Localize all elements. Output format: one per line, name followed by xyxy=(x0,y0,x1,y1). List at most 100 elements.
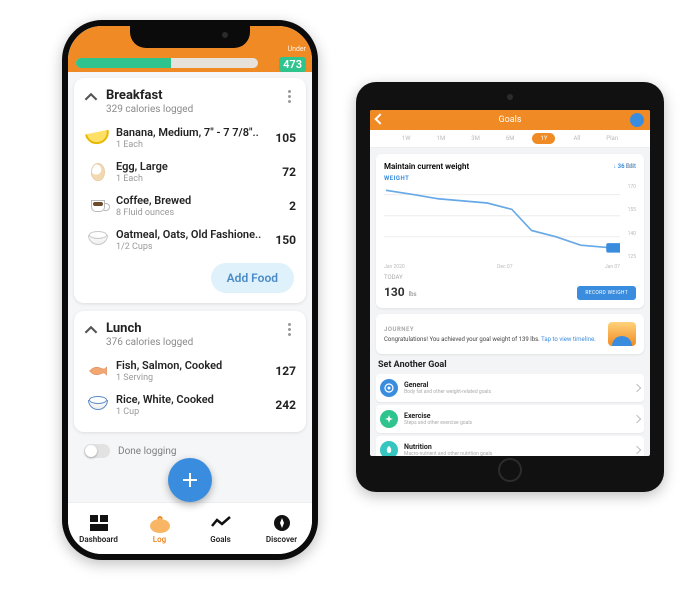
nav-log[interactable]: Log xyxy=(129,503,190,554)
tablet-title: Goals xyxy=(499,115,522,125)
meal-card-breakfast: Breakfast 329 calories logged Banana, Me… xyxy=(74,78,306,303)
goal-subtitle: Steps and other exercise goals xyxy=(404,420,634,426)
nav-discover[interactable]: Discover xyxy=(251,503,312,554)
goal-row-exercise[interactable]: Exercise Steps and other exercise goals xyxy=(376,405,644,433)
goal-title: Exercise xyxy=(404,412,634,420)
food-row[interactable]: Coffee, Brewed 8 Fluid ounces 2 xyxy=(82,189,298,223)
log-icon xyxy=(149,513,171,533)
journey-text: Congratulations! You achieved your goal … xyxy=(384,336,608,343)
tablet-header: Goals xyxy=(370,110,650,130)
meal-name: Breakfast xyxy=(106,88,274,103)
journey-link[interactable]: Tap to view timeline. xyxy=(541,336,596,343)
goal-row-general[interactable]: General Body fat and other weight-relate… xyxy=(376,374,644,402)
banana-icon xyxy=(84,127,112,149)
food-name: Oatmeal, Oats, Old Fashione.. xyxy=(116,228,269,241)
chevron-right-icon xyxy=(633,446,641,454)
food-serving: 1/2 Cups xyxy=(116,242,269,252)
tab-1w[interactable]: 1W xyxy=(394,133,419,144)
meal-summary: 329 calories logged xyxy=(106,104,274,115)
food-row[interactable]: Fish, Salmon, Cooked 1 Serving 127 xyxy=(82,354,298,388)
goals-icon xyxy=(210,513,232,533)
food-serving: 1 Each xyxy=(116,174,276,184)
goal-title: Nutrition xyxy=(404,443,634,451)
tablet-home-button[interactable] xyxy=(498,458,522,482)
food-serving: 1 Each xyxy=(116,140,269,150)
salmon-icon xyxy=(84,360,112,382)
bottom-nav: Dashboard Log Goals Discover xyxy=(68,502,312,554)
calorie-under-value: 473 xyxy=(279,57,306,72)
nav-label: Log xyxy=(153,535,166,544)
goal-subtitle: Macro-nutrient and other nutrition goals xyxy=(404,451,634,456)
meal-name: Lunch xyxy=(106,321,274,336)
food-serving: 1 Cup xyxy=(116,407,269,417)
add-fab-button[interactable] xyxy=(168,458,212,502)
y-axis: 170155140125 xyxy=(620,184,636,260)
nav-goals[interactable]: Goals xyxy=(190,503,251,554)
journey-card: JOURNEY Congratulations! You achieved yo… xyxy=(376,314,644,354)
nutrition-icon xyxy=(380,441,398,456)
meal-summary: 376 calories logged xyxy=(106,337,274,348)
weight-chart[interactable]: 170155140125 Jan 2020 Dec 07 Jan 07 xyxy=(384,184,636,270)
food-name: Rice, White, Cooked xyxy=(116,393,269,406)
food-serving: 8 Fluid ounces xyxy=(116,208,283,218)
tab-all[interactable]: All xyxy=(565,133,588,144)
tab-6m[interactable]: 6M xyxy=(498,133,523,144)
food-name: Fish, Salmon, Cooked xyxy=(116,359,269,372)
today-label: TODAY xyxy=(384,274,417,281)
phone-notch xyxy=(130,22,250,48)
nav-label: Goals xyxy=(210,535,230,544)
food-name: Egg, Large xyxy=(116,160,276,173)
food-calories: 150 xyxy=(269,233,296,247)
goal-row-nutrition[interactable]: Nutrition Macro-nutrient and other nutri… xyxy=(376,436,644,456)
goal-title: General xyxy=(404,381,634,389)
food-calories: 2 xyxy=(283,199,296,213)
meal-menu-button[interactable] xyxy=(282,321,296,337)
record-weight-button[interactable]: RECORD WEIGHT xyxy=(577,286,636,300)
trophy-icon xyxy=(608,322,636,346)
done-logging-toggle[interactable] xyxy=(84,444,110,458)
back-icon[interactable] xyxy=(374,113,385,124)
tablet-device: Goals 1W 1M 3M 6M 1Y All Plan Maintain c… xyxy=(356,82,664,492)
collapse-icon[interactable] xyxy=(84,323,98,337)
meal-menu-button[interactable] xyxy=(282,88,296,104)
calorie-progress-fill xyxy=(76,58,171,68)
tab-plan[interactable]: Plan xyxy=(598,133,626,144)
oatmeal-icon xyxy=(84,229,112,251)
tab-1y[interactable]: 1Y xyxy=(532,133,555,144)
rice-icon xyxy=(84,394,112,416)
avatar-icon[interactable] xyxy=(630,113,644,127)
dashboard-icon xyxy=(88,513,110,533)
goal-subtitle: Body fat and other weight-related goals xyxy=(404,389,634,395)
meal-card-lunch: Lunch 376 calories logged Fish, Salmon, … xyxy=(74,311,306,432)
range-tabs: 1W 1M 3M 6M 1Y All Plan xyxy=(370,130,650,148)
collapse-icon[interactable] xyxy=(84,90,98,104)
chevron-right-icon xyxy=(633,415,641,423)
today-unit: lbs xyxy=(409,291,417,298)
food-row[interactable]: Banana, Medium, 7" - 7 7/8".. 1 Each 105 xyxy=(82,121,298,155)
tablet-camera xyxy=(507,94,513,100)
tab-1m[interactable]: 1M xyxy=(429,133,454,144)
coffee-icon xyxy=(84,195,112,217)
food-serving: 1 Serving xyxy=(116,373,269,383)
nav-dashboard[interactable]: Dashboard xyxy=(68,503,129,554)
food-row[interactable]: Oatmeal, Oats, Old Fashione.. 1/2 Cups 1… xyxy=(82,223,298,257)
tab-3m[interactable]: 3M xyxy=(463,133,488,144)
calorie-under-label: Under xyxy=(279,45,306,53)
calorie-progress xyxy=(76,58,258,68)
weight-card: Maintain current weight Edit WEIGHT ↓ 36… xyxy=(376,154,644,308)
calorie-under-badge: Under 473 xyxy=(279,45,306,72)
nav-label: Dashboard xyxy=(79,535,118,544)
food-calories: 105 xyxy=(269,131,296,145)
food-name: Coffee, Brewed xyxy=(116,194,283,207)
food-calories: 72 xyxy=(276,165,296,179)
tablet-screen: Goals 1W 1M 3M 6M 1Y All Plan Maintain c… xyxy=(370,110,650,456)
weight-change-value: ↓ 36 lbs xyxy=(613,163,634,170)
discover-icon xyxy=(271,513,293,533)
food-row[interactable]: Egg, Large 1 Each 72 xyxy=(82,155,298,189)
set-another-title: Set Another Goal xyxy=(378,360,644,370)
food-row[interactable]: Rice, White, Cooked 1 Cup 242 xyxy=(82,388,298,422)
journey-label: JOURNEY xyxy=(384,326,608,333)
nav-label: Discover xyxy=(266,535,297,544)
done-logging-label: Done logging xyxy=(118,446,177,457)
add-food-button[interactable]: Add Food xyxy=(211,263,294,293)
